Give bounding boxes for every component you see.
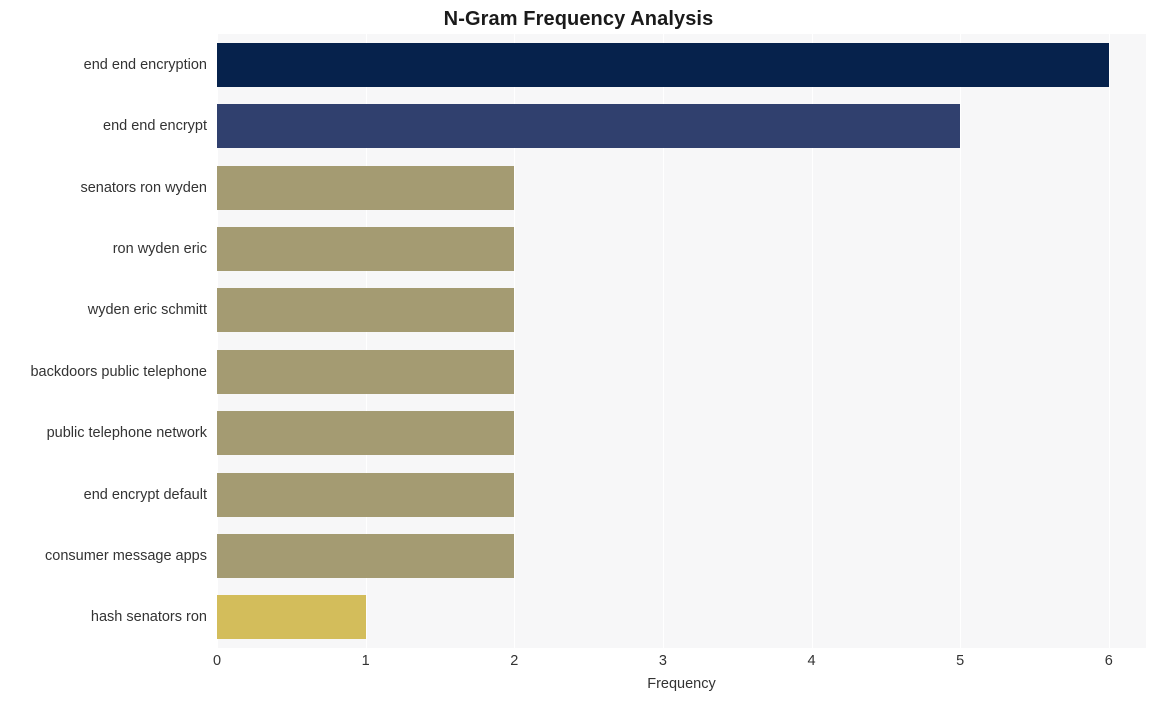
bar[interactable] [217,42,1109,87]
chart-figure: N-Gram Frequency Analysis end end encryp… [0,0,1157,701]
y-axis-tick-label: end end encryption [83,56,207,73]
y-axis-labels: end end encryption end end encrypt senator… [0,34,207,648]
plot-area [217,34,1146,648]
x-axis-tick-label: 5 [956,653,965,669]
y-axis-tick-label: consumer message apps [45,547,207,564]
bar[interactable] [217,472,515,517]
y-axis-tick-label: public telephone network [46,425,207,442]
x-axis-tick-label: 2 [510,653,519,669]
chart-title: N-Gram Frequency Analysis [443,8,714,30]
x-axis-tick-label: 6 [1104,653,1113,669]
x-axis-ticks: 0 1 2 3 4 5 6 [213,652,1146,672]
bar[interactable] [217,411,515,456]
y-axis-tick-label: end encrypt default [83,486,207,503]
gridline-x-5 [960,34,962,648]
bar[interactable] [217,595,366,640]
bar[interactable] [217,349,515,394]
bar[interactable] [217,533,515,578]
bar[interactable] [217,165,515,210]
bar[interactable] [217,104,961,149]
y-axis-tick-label: hash senators ron [90,609,207,626]
y-axis-tick-label: end end encrypt [103,118,207,135]
x-axis-tick-label: 1 [361,653,370,669]
x-axis-title: Frequency [647,676,716,692]
x-axis-tick-label: 4 [807,653,816,669]
bar[interactable] [217,288,515,333]
y-axis-tick-label: backdoors public telephone [30,363,207,380]
x-axis-tick-label: 3 [658,653,667,669]
gridline-x-6 [1108,34,1110,648]
x-axis-tick-label: 0 [212,653,222,669]
y-axis-tick-label: senators ron wyden [80,179,207,196]
y-axis-tick-label: wyden eric schmitt [87,302,207,319]
y-axis-tick-label: ron wyden eric [112,240,207,257]
bar[interactable] [217,226,515,271]
